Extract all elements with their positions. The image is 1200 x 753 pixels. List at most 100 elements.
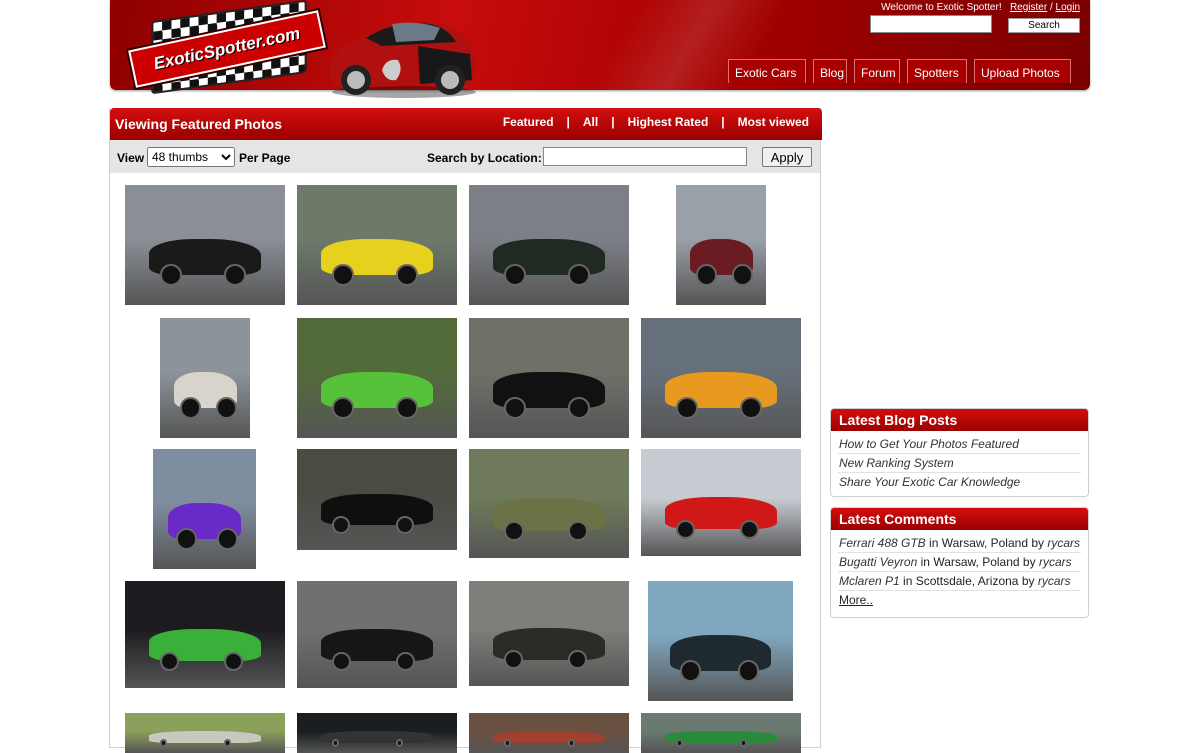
photo-thumbnail-orange-porsche-rwb[interactable] [641, 318, 801, 438]
panel-title: Viewing Featured Photos [115, 116, 282, 132]
apply-button[interactable]: Apply [762, 147, 812, 167]
filter-separator: | [721, 115, 725, 129]
car-wheel [679, 660, 702, 682]
blog-post-item[interactable]: Share Your Exotic Car Knowledge [838, 473, 1081, 491]
filter-all-link[interactable]: All [583, 115, 598, 129]
photo-thumbnail-black-lamborghini-palms[interactable] [648, 581, 793, 701]
car-wheel [396, 515, 415, 534]
blog-box-title: Latest Blog Posts [831, 409, 1088, 431]
car-wheel [568, 650, 588, 670]
photo-thumbnail-black-huracan-spyder[interactable] [297, 449, 457, 550]
car-wheel [676, 739, 684, 747]
car-wheel [396, 397, 418, 419]
register-link[interactable]: Register [1010, 2, 1047, 13]
comment-place: Warsaw, Poland [933, 555, 1020, 569]
site-logo[interactable]: ExoticSpotter.com [122, 0, 482, 100]
comment-user-link[interactable]: rycars [1047, 536, 1080, 550]
welcome-bar: Welcome to Exotic Spotter! Register / Lo… [881, 2, 1080, 13]
comment-by: by [1022, 555, 1036, 569]
car-wheel [504, 264, 526, 286]
view-filter-links: Featured | All | Highest Rated | Most vi… [503, 115, 809, 129]
photo-thumbnail-black-ferrari-purosangue[interactable] [469, 185, 629, 305]
nav-forum[interactable]: Forum [854, 59, 900, 83]
photo-thumbnail-green-audi-r8-night[interactable] [125, 581, 285, 688]
thumbs-per-page-select[interactable]: 48 thumbs [147, 147, 235, 167]
site-search-button[interactable]: Search [1008, 18, 1080, 33]
car-wheel [568, 264, 590, 286]
main-nav: Exotic Cars Blog Forum Spotters Upload P… [728, 59, 1071, 83]
car-wheel [731, 264, 754, 286]
car-wheel [160, 264, 182, 286]
car-wheel [332, 515, 351, 534]
car-wheel [504, 397, 526, 419]
car-wheel [396, 739, 404, 747]
nav-exotic-cars[interactable]: Exotic Cars [728, 59, 806, 83]
blog-post-list: How to Get Your Photos Featured New Rank… [838, 435, 1081, 491]
car-wheel [568, 739, 576, 747]
comment-user-link[interactable]: rycars [1038, 574, 1071, 588]
photo-thumbnail-partial-parking-garage[interactable] [469, 713, 629, 753]
comment-user-link[interactable]: rycars [1039, 555, 1072, 569]
site-search-input[interactable] [870, 15, 992, 33]
filter-highest-rated-link[interactable]: Highest Rated [628, 115, 709, 129]
more-comments-link[interactable]: More.. [839, 593, 873, 607]
filter-featured-link[interactable]: Featured [503, 115, 554, 129]
photo-thumbnail-black-nissan-gtr[interactable] [469, 318, 629, 438]
blog-post-link[interactable]: How to Get Your Photos Featured [839, 437, 1019, 451]
comment-by: by [1021, 574, 1035, 588]
auth-separator: / [1049, 2, 1053, 13]
photo-thumbnail-street-grey-supercar[interactable] [125, 185, 285, 305]
car-wheel [676, 519, 696, 539]
comment-car-link[interactable]: Mclaren P1 [839, 574, 900, 588]
photo-thumbnail-partial-dark-garage[interactable] [297, 713, 457, 753]
comment-car-link[interactable]: Ferrari 488 GTB [839, 536, 926, 550]
filter-separator: | [566, 115, 570, 129]
photo-thumbnail-parking-yellow-ferrari[interactable] [297, 185, 457, 305]
car-wheel [179, 397, 202, 419]
car-wheel [740, 739, 748, 747]
view-label: View [117, 151, 145, 165]
comment-by: by [1031, 536, 1045, 550]
photo-thumbnail-black-aston-db11[interactable] [297, 581, 457, 688]
car-wheel [676, 397, 698, 419]
car-wheel [695, 264, 718, 286]
photo-thumbnail-white-lamborghini-urus[interactable] [160, 318, 250, 438]
comment-car-link[interactable]: Bugatti Veyron [839, 555, 917, 569]
photo-thumbnail-green-huracan-sterrato[interactable] [469, 449, 629, 558]
blog-post-link[interactable]: Share Your Exotic Car Knowledge [839, 475, 1020, 489]
photo-thumbnail-partial-tree-street[interactable] [125, 713, 285, 753]
photo-thumbnail-red-aston-martin[interactable] [676, 185, 766, 305]
car-wheel [215, 397, 238, 419]
filter-most-viewed-link[interactable]: Most viewed [738, 115, 809, 129]
blog-post-item[interactable]: New Ranking System [838, 454, 1081, 473]
nav-upload-photos[interactable]: Upload Photos [974, 59, 1071, 83]
car-wheel [160, 739, 168, 747]
car-wheel [740, 519, 760, 539]
comment-list: Ferrari 488 GTB in Warsaw, Poland by ryc… [838, 534, 1081, 609]
photo-thumbnail-partial-green-car[interactable] [641, 713, 801, 753]
photo-thumbnail-green-lamborghini-group[interactable] [297, 318, 457, 438]
per-page-label: Per Page [239, 151, 291, 165]
car-wheel [396, 264, 418, 286]
car-wheel [160, 651, 180, 671]
car-wheel [175, 528, 198, 550]
photo-thumbnail-red-ferrari-488-pista[interactable] [641, 449, 801, 556]
nav-blog[interactable]: Blog [813, 59, 847, 83]
photo-thumbnail-black-mclaren-750s[interactable] [469, 581, 629, 686]
car-wheel [396, 651, 416, 671]
car-wheel [224, 651, 244, 671]
car-wheel [332, 397, 354, 419]
car-wheel [504, 739, 512, 747]
nav-spotters[interactable]: Spotters [907, 59, 967, 83]
car-wheel [740, 397, 762, 419]
blog-post-link[interactable]: New Ranking System [839, 456, 954, 470]
gallery-toolbar: View 48 thumbs Per Page Search by Locati… [110, 140, 820, 173]
comment-place: Scottsdale, Arizona [915, 574, 1019, 588]
blog-post-item[interactable]: How to Get Your Photos Featured [838, 435, 1081, 454]
latest-blog-posts-box: Latest Blog Posts How to Get Your Photos… [830, 408, 1089, 497]
car-wheel [504, 650, 524, 670]
location-search-input[interactable] [543, 147, 747, 166]
comment-in: in [903, 574, 913, 588]
photo-thumbnail-purple-lamborghini[interactable] [153, 449, 256, 569]
login-link[interactable]: Login [1056, 2, 1080, 13]
